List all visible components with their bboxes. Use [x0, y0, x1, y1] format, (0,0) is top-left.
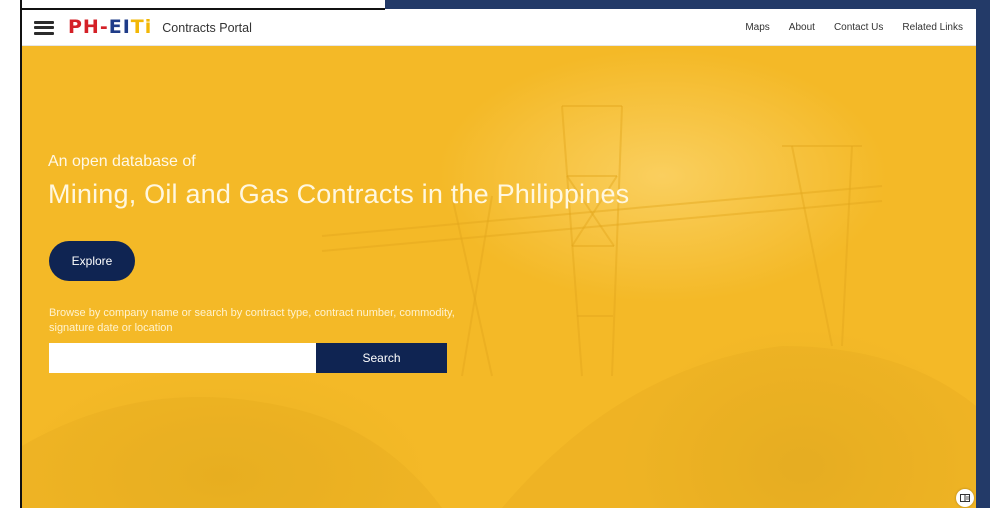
top-navbar: PH - EI Ti Contracts Portal Maps About C… — [22, 10, 976, 46]
hero-headline: Mining, Oil and Gas Contracts in the Phi… — [48, 179, 630, 209]
search-button[interactable]: Search — [316, 343, 447, 373]
nav-link-contact-us[interactable]: Contact Us — [834, 22, 883, 33]
logo-dash: - — [99, 16, 109, 38]
ph-eiti-logo[interactable]: PH - EI Ti — [68, 18, 152, 38]
desktop-background-top — [385, 0, 990, 9]
mining-machinery-background-image — [22, 105, 976, 508]
logo-part-ei: EI — [108, 16, 131, 38]
explore-button[interactable]: Explore — [49, 241, 135, 281]
nav-link-about[interactable]: About — [789, 22, 815, 33]
browse-instructions: Browse by company name or search by cont… — [49, 307, 455, 334]
webpage: PH - EI Ti Contracts Portal Maps About C… — [22, 10, 976, 508]
nav-links: Maps About Contact Us Related Links — [745, 22, 963, 33]
hero-subheading: An open database of — [48, 153, 196, 170]
logo-part-ph: PH — [68, 16, 100, 38]
reader-view-icon[interactable] — [956, 489, 974, 507]
desktop-background-right — [976, 0, 990, 508]
portal-title[interactable]: Contracts Portal — [162, 21, 252, 35]
window-frame-left — [0, 0, 21, 508]
hamburger-menu-icon[interactable] — [34, 20, 54, 35]
nav-link-related-links[interactable]: Related Links — [902, 22, 963, 33]
logo-part-ti: Ti — [130, 16, 153, 38]
hero-section: An open database of Mining, Oil and Gas … — [22, 46, 976, 508]
search-input[interactable] — [49, 343, 316, 373]
nav-link-maps[interactable]: Maps — [745, 22, 769, 33]
